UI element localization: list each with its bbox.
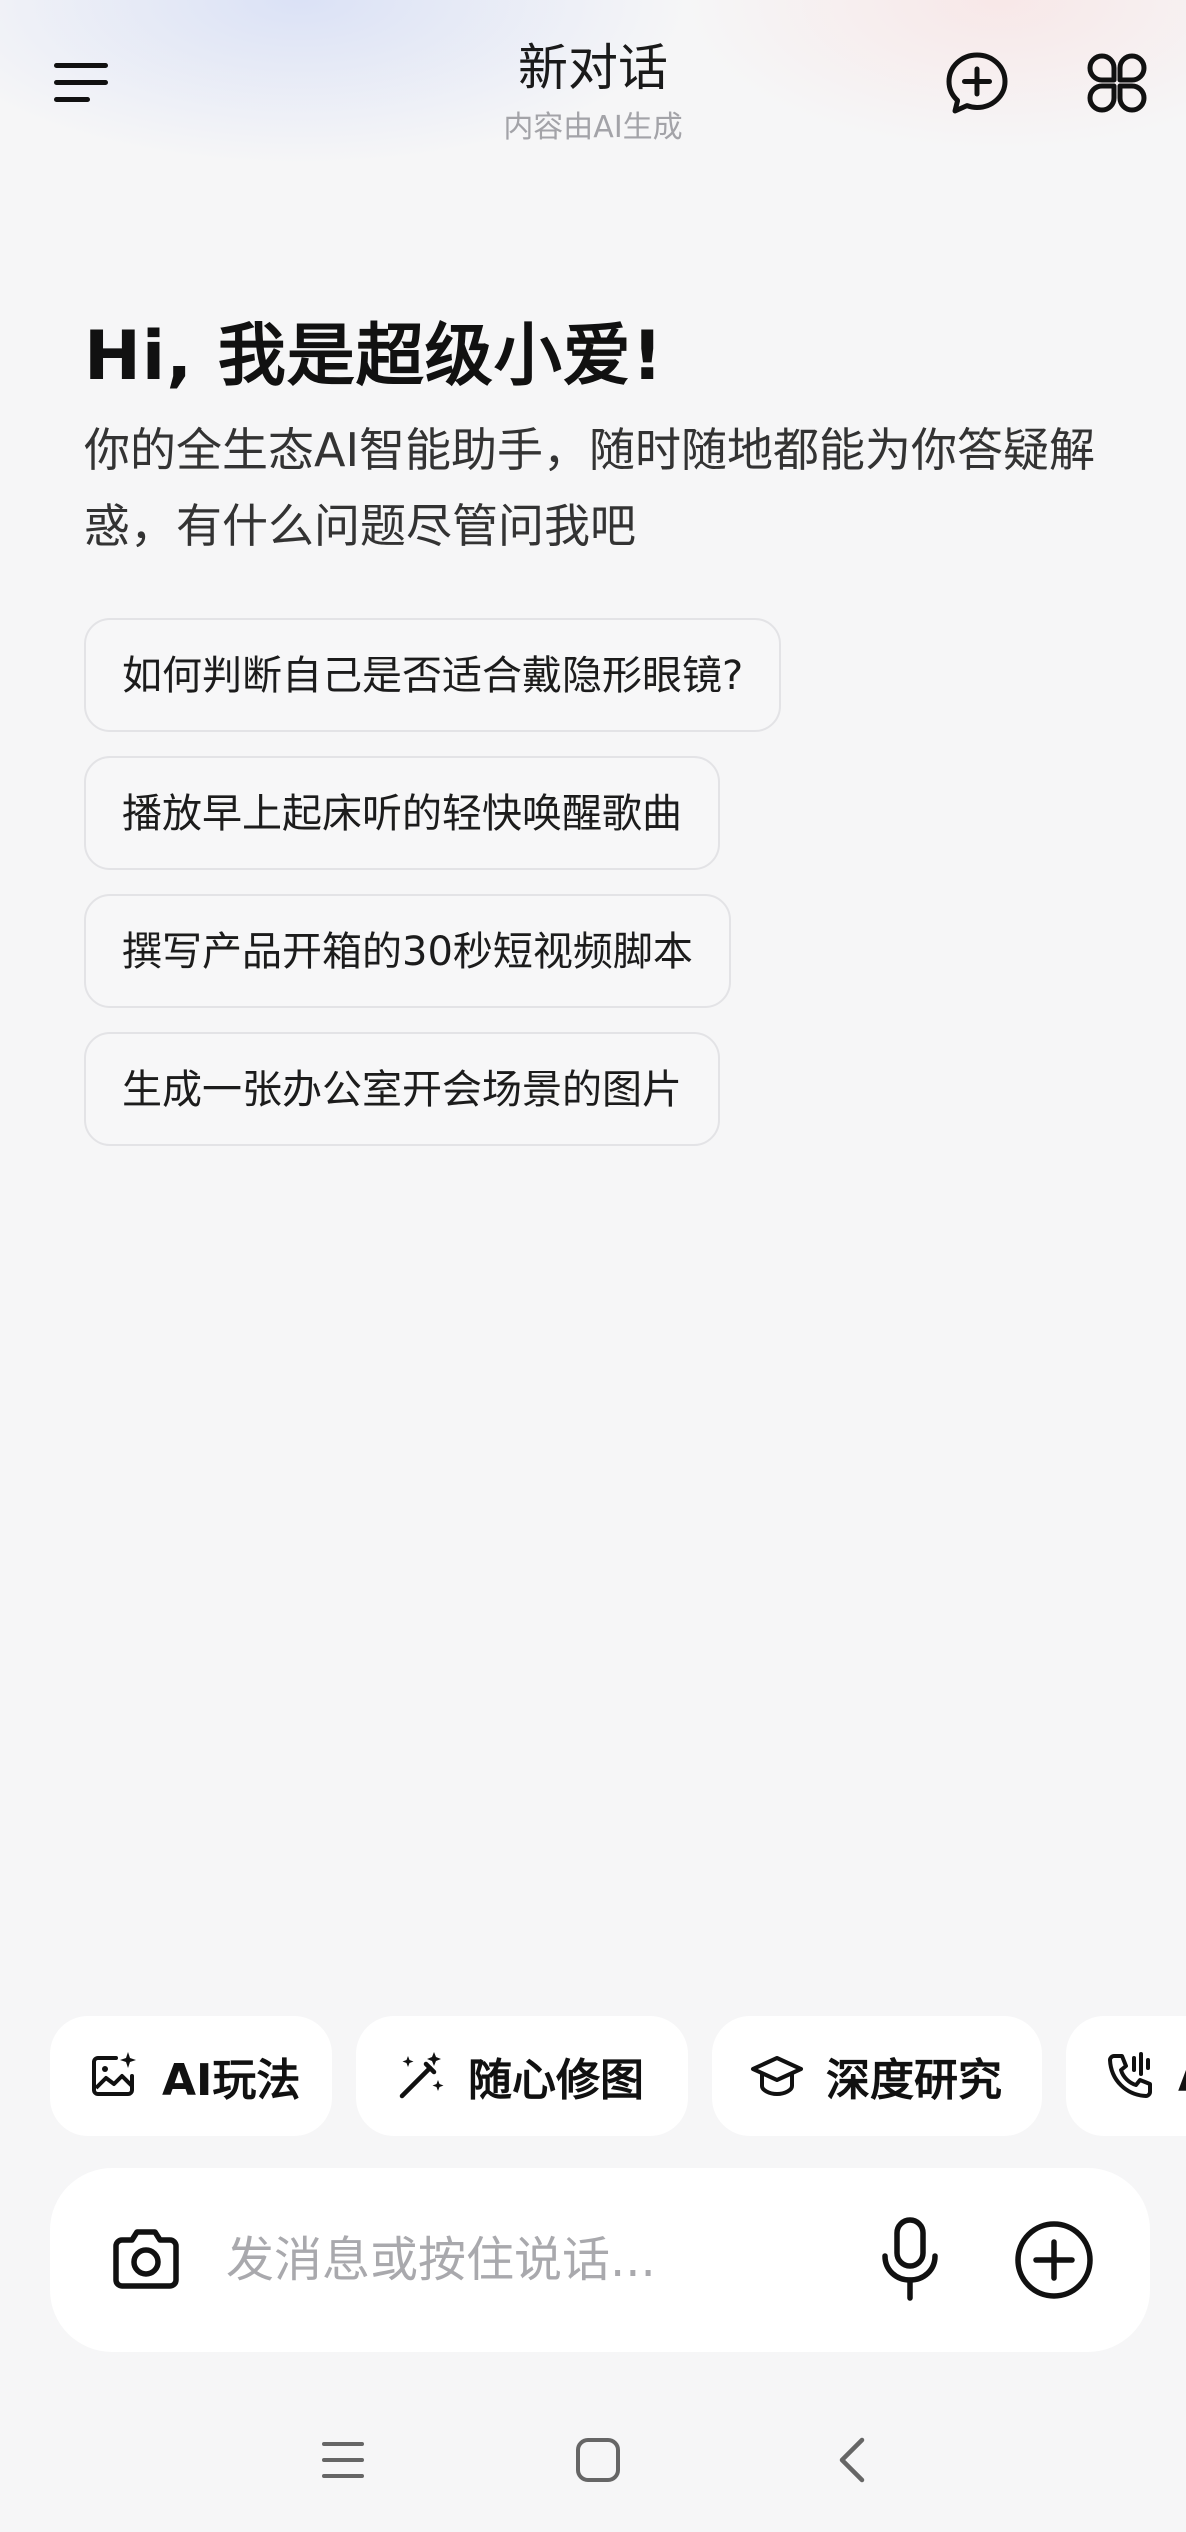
suggestion-chip[interactable]: 如何判断自己是否适合戴隐形眼镜? [84,618,782,732]
feature-chip-label: AI玩法 [162,2055,301,2106]
microphone-icon [882,2217,938,2301]
message-input[interactable]: 发消息或按住说话... [226,2168,656,2352]
add-button[interactable] [1012,2218,1096,2302]
system-nav-bar [0,2420,1186,2500]
system-back-button[interactable] [832,2436,872,2488]
feature-chip-bar[interactable]: AI玩法 随心修图 深度研究 [50,2016,1186,2136]
chat-plus-icon [946,52,1008,114]
plus-circle-icon [1015,2221,1093,2299]
new-chat-button[interactable] [942,48,1012,118]
voice-button[interactable] [870,2214,950,2306]
suggestion-chip[interactable]: 生成一张办公室开会场景的图片 [84,1032,720,1146]
camera-icon [113,2229,179,2289]
apps-button[interactable] [1082,48,1152,118]
feature-chip-call[interactable]: A [1066,2016,1186,2136]
header: 新对话 内容由AI生成 [0,0,1186,170]
apps-grid-icon [1087,53,1147,113]
suggestion-chip[interactable]: 播放早上起床听的轻快唤醒歌曲 [84,756,720,870]
home-square-icon [576,2438,620,2482]
recent-apps-icon [322,2442,364,2478]
phone-call-icon [1108,2052,1152,2098]
system-home-button[interactable] [574,2436,622,2488]
feature-chip-label: A [1178,2051,1186,2102]
suggestion-chip[interactable]: 撰写产品开箱的30秒短视频脚本 [84,894,731,1008]
feature-chip-deep-research[interactable]: 深度研究 [712,2016,1042,2136]
greeting-intro: 你的全生态AI智能助手，随时随地都能为你答疑解惑，有什么问题尽管问我吧 [84,423,1096,553]
back-chevron-icon [839,2437,865,2483]
feature-chip-label: 随心修图 [468,2055,644,2106]
greeting-title: Hi, 我是超级小爱! [84,317,664,396]
feature-chip-ai-play[interactable]: AI玩法 [50,2016,332,2136]
magic-wand-icon [399,2052,444,2099]
app-screen: 新对话 内容由AI生成 Hi, 我是超级小爱! 你的全生态AI智能助手，随时随地… [0,0,1186,2532]
image-sparkle-icon [92,2052,136,2096]
system-menu-button[interactable] [320,2438,366,2486]
feature-chip-photo-edit[interactable]: 随心修图 [356,2016,688,2136]
suggestion-list: 如何判断自己是否适合戴隐形眼镜? 播放早上起床听的轻快唤醒歌曲 撰写产品开箱的3… [84,618,782,1170]
feature-chip-label: 深度研究 [826,2055,1002,2106]
message-input-bar[interactable]: 发消息或按住说话... [50,2168,1150,2352]
graduation-cap-icon [751,2056,803,2096]
camera-button[interactable] [106,2220,186,2300]
